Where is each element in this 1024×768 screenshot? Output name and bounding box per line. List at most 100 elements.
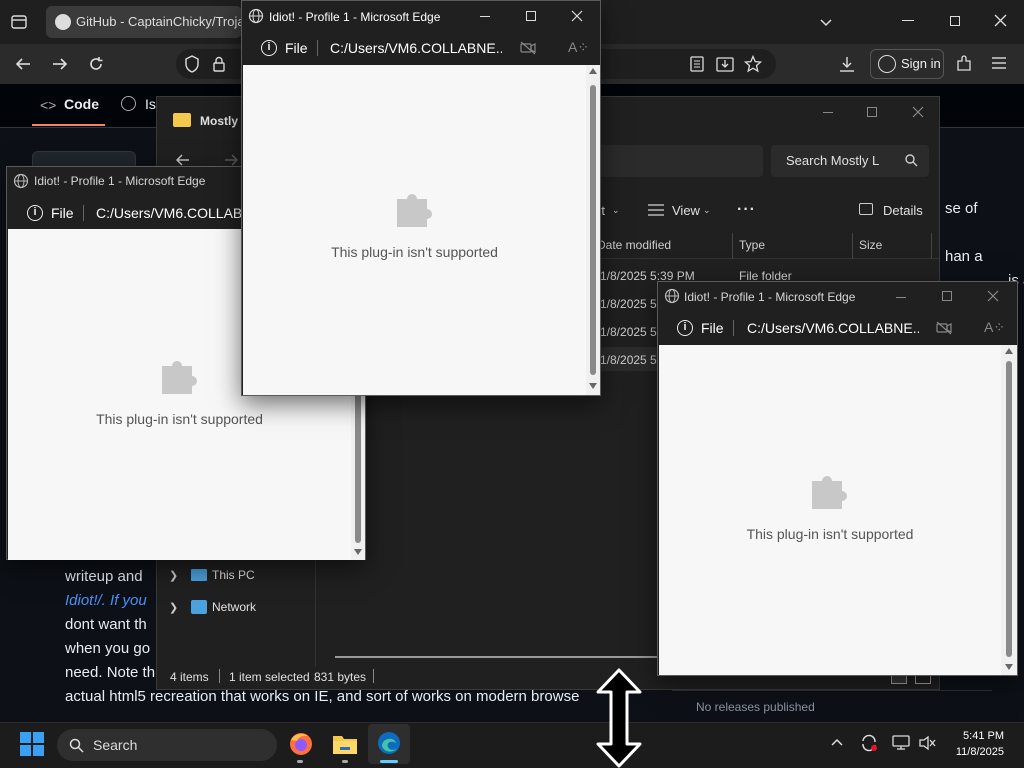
popup-scrollbar[interactable]: [586, 65, 600, 395]
favorite-star-icon[interactable]: [744, 55, 762, 73]
no-camera-icon[interactable]: [936, 321, 952, 335]
popup-maximize-icon[interactable]: [526, 11, 536, 21]
no-camera-icon[interactable]: [520, 41, 536, 55]
column-type[interactable]: Type: [739, 238, 765, 252]
taskbar-search[interactable]: Search: [57, 729, 277, 761]
menu-icon[interactable]: [992, 57, 1006, 69]
read-aloud-icon[interactable]: A⁘: [568, 39, 589, 56]
volume-muted-icon[interactable]: [918, 735, 936, 751]
tab-list-chevron-icon[interactable]: [818, 14, 834, 30]
explorer-minimize-icon[interactable]: [823, 112, 833, 113]
browser-minimize-icon[interactable]: [902, 20, 914, 21]
column-size[interactable]: Size: [859, 238, 882, 252]
edge-icon[interactable]: [376, 730, 402, 756]
status-size: 831 bytes: [314, 670, 367, 684]
globe-icon: [13, 173, 29, 189]
show-hidden-icons-chevron-icon[interactable]: [830, 737, 844, 747]
file-explorer-taskbar-icon[interactable]: [332, 733, 358, 755]
popup-file-label[interactable]: File: [701, 320, 724, 336]
scroll-up-icon[interactable]: [1005, 348, 1013, 354]
install-app-icon[interactable]: [716, 55, 734, 73]
network-status-icon[interactable]: [892, 735, 910, 751]
table-row-date[interactable]: 1/8/2025 5: [600, 325, 657, 339]
table-row-date[interactable]: 1/8/2025 5: [600, 297, 657, 311]
readme-link[interactable]: Idiot!/. If you: [65, 589, 147, 613]
taskbar-search-label: Search: [93, 737, 138, 753]
tab-issues[interactable]: Is: [145, 96, 156, 112]
explorer-maximize-icon[interactable]: [867, 107, 877, 117]
readme-fragment: han a: [945, 248, 983, 265]
active-tab-underline: [32, 124, 105, 126]
network-chevron-icon[interactable]: ❯: [169, 601, 178, 614]
tab-code[interactable]: Code: [64, 96, 99, 112]
puzzle-piece-icon: [808, 469, 852, 513]
downloads-icon[interactable]: [838, 55, 856, 73]
popup-path[interactable]: C:/Users/VM6.COLLABNE...: [747, 320, 919, 336]
scroll-down-icon[interactable]: [354, 549, 362, 555]
search-icon: [69, 738, 84, 753]
sign-in-button[interactable]: Sign in: [870, 49, 944, 79]
popup-address-divider: [317, 40, 318, 56]
extensions-icon[interactable]: [955, 55, 973, 73]
scroll-down-icon[interactable]: [1005, 664, 1013, 670]
profile-icon: [878, 55, 896, 73]
start-windows-icon[interactable]: [20, 732, 44, 756]
popup-maximize-icon[interactable]: [942, 291, 952, 301]
view-button[interactable]: View: [672, 203, 700, 218]
popup-address-divider: [83, 205, 84, 221]
this-pc-chevron-icon[interactable]: ❯: [169, 569, 178, 582]
popup-close-icon[interactable]: [987, 290, 999, 302]
info-icon[interactable]: i: [27, 205, 43, 221]
tab-actions-icon[interactable]: [10, 13, 28, 31]
nav-this-pc[interactable]: This PC: [212, 568, 255, 582]
folder-icon: [173, 113, 191, 127]
more-options-icon[interactable]: ···: [737, 201, 756, 219]
sign-in-label: Sign in: [901, 56, 941, 71]
info-icon[interactable]: i: [261, 40, 277, 56]
status-item-count: 4 items: [170, 670, 209, 684]
info-icon[interactable]: i: [677, 320, 693, 336]
readme-line: dont want th: [65, 616, 147, 633]
explorer-search-box[interactable]: Search Mostly L: [771, 145, 929, 177]
update-sync-icon[interactable]: [860, 734, 878, 752]
popup-file-label[interactable]: File: [51, 205, 74, 221]
lock-icon[interactable]: [212, 56, 226, 72]
popup-minimize-icon[interactable]: [480, 16, 490, 17]
resize-vertical-cursor-icon: [596, 668, 642, 768]
scroll-thumb[interactable]: [590, 85, 596, 375]
scroll-thumb[interactable]: [1006, 361, 1012, 657]
browser-close-icon[interactable]: [994, 14, 1007, 27]
scroll-up-icon[interactable]: [589, 68, 597, 74]
sort-chevron-icon: ⌄: [612, 205, 620, 215]
popup-file-label[interactable]: File: [285, 40, 308, 56]
plugin-unsupported-message: This plug-in isn't supported: [96, 411, 263, 427]
popup-title: Idiot! - Profile 1 - Microsoft Edge: [34, 174, 206, 188]
tracking-shield-icon[interactable]: [184, 55, 200, 73]
readme-line: writeup and: [65, 568, 143, 585]
reader-view-icon[interactable]: [690, 56, 704, 72]
popup-path[interactable]: C:/Users/VM6.COLLABN: [96, 205, 246, 221]
popup-close-icon[interactable]: [571, 10, 583, 22]
firefox-icon[interactable]: [288, 731, 314, 757]
forward-icon[interactable]: [51, 55, 69, 73]
column-date-modified[interactable]: Date modified: [597, 238, 671, 252]
tab-github[interactable]: GitHub - CaptainChicky/Trojan.: [46, 6, 242, 38]
popup-minimize-icon[interactable]: [896, 297, 906, 298]
browser-restore-icon[interactable]: [950, 16, 960, 26]
details-button[interactable]: Details: [883, 203, 923, 218]
popup-path[interactable]: C:/Users/VM6.COLLABNE...: [330, 40, 502, 56]
popup-scrollbar[interactable]: [1001, 345, 1017, 675]
back-icon[interactable]: [14, 55, 32, 73]
clock-date[interactable]: 11/8/2025: [940, 746, 1004, 758]
explorer-address-bar[interactable]: [587, 145, 763, 177]
table-row-date[interactable]: 1/8/2025 5: [600, 353, 657, 367]
read-aloud-icon[interactable]: A⁘: [984, 319, 1005, 336]
nav-network[interactable]: Network: [212, 600, 256, 614]
refresh-icon[interactable]: [87, 55, 105, 73]
readme-line: need. Note th: [65, 664, 156, 681]
popup-content: This plug-in isn't supported: [243, 65, 586, 395]
explorer-close-icon[interactable]: [912, 106, 924, 118]
sidebar-divider: [672, 690, 992, 691]
scroll-down-icon[interactable]: [589, 383, 597, 389]
clock-time[interactable]: 5:41 PM: [940, 730, 1004, 742]
